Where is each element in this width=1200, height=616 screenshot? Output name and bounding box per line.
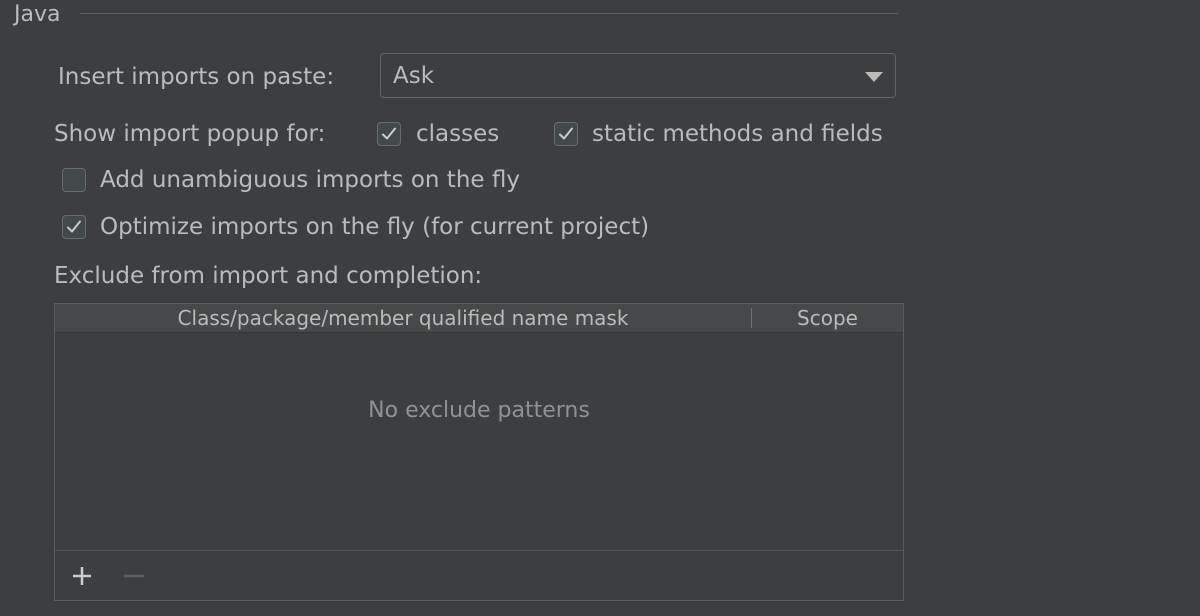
section-divider xyxy=(80,13,898,14)
column-header-scope[interactable]: Scope xyxy=(752,304,903,332)
optimize-imports-label: Optimize imports on the fly (for current… xyxy=(100,214,650,240)
classes-checkbox[interactable] xyxy=(377,122,401,146)
add-unambiguous-imports-label: Add unambiguous imports on the fly xyxy=(100,167,520,193)
static-methods-checkbox-label: static methods and fields xyxy=(592,121,883,147)
table-header: Class/package/member qualified name mask… xyxy=(55,304,903,333)
checkmark-icon xyxy=(382,127,396,140)
classes-checkbox-label: classes xyxy=(416,121,500,147)
insert-imports-label: Insert imports on paste: xyxy=(58,64,335,90)
exclude-label: Exclude from import and completion: xyxy=(54,263,483,289)
remove-icon xyxy=(124,574,144,578)
remove-pattern-button[interactable] xyxy=(120,562,148,590)
insert-imports-dropdown-value: Ask xyxy=(393,63,435,89)
empty-table-message: No exclude patterns xyxy=(368,398,590,423)
exclude-patterns-table[interactable]: Class/package/member qualified name mask… xyxy=(54,303,904,601)
show-import-popup-label: Show import popup for: xyxy=(54,121,326,147)
add-icon xyxy=(73,567,91,585)
column-header-name-mask[interactable]: Class/package/member qualified name mask xyxy=(55,304,751,332)
chevron-down-icon xyxy=(865,72,883,82)
section-title: Java xyxy=(14,2,61,27)
toolbar-divider xyxy=(55,550,903,551)
checkmark-icon xyxy=(67,220,81,233)
insert-imports-dropdown[interactable]: Ask xyxy=(380,53,896,98)
static-methods-checkbox[interactable] xyxy=(554,122,578,146)
checkmark-icon xyxy=(559,127,573,140)
add-pattern-button[interactable] xyxy=(68,562,96,590)
add-unambiguous-imports-checkbox[interactable] xyxy=(62,168,86,192)
optimize-imports-checkbox[interactable] xyxy=(62,215,86,239)
